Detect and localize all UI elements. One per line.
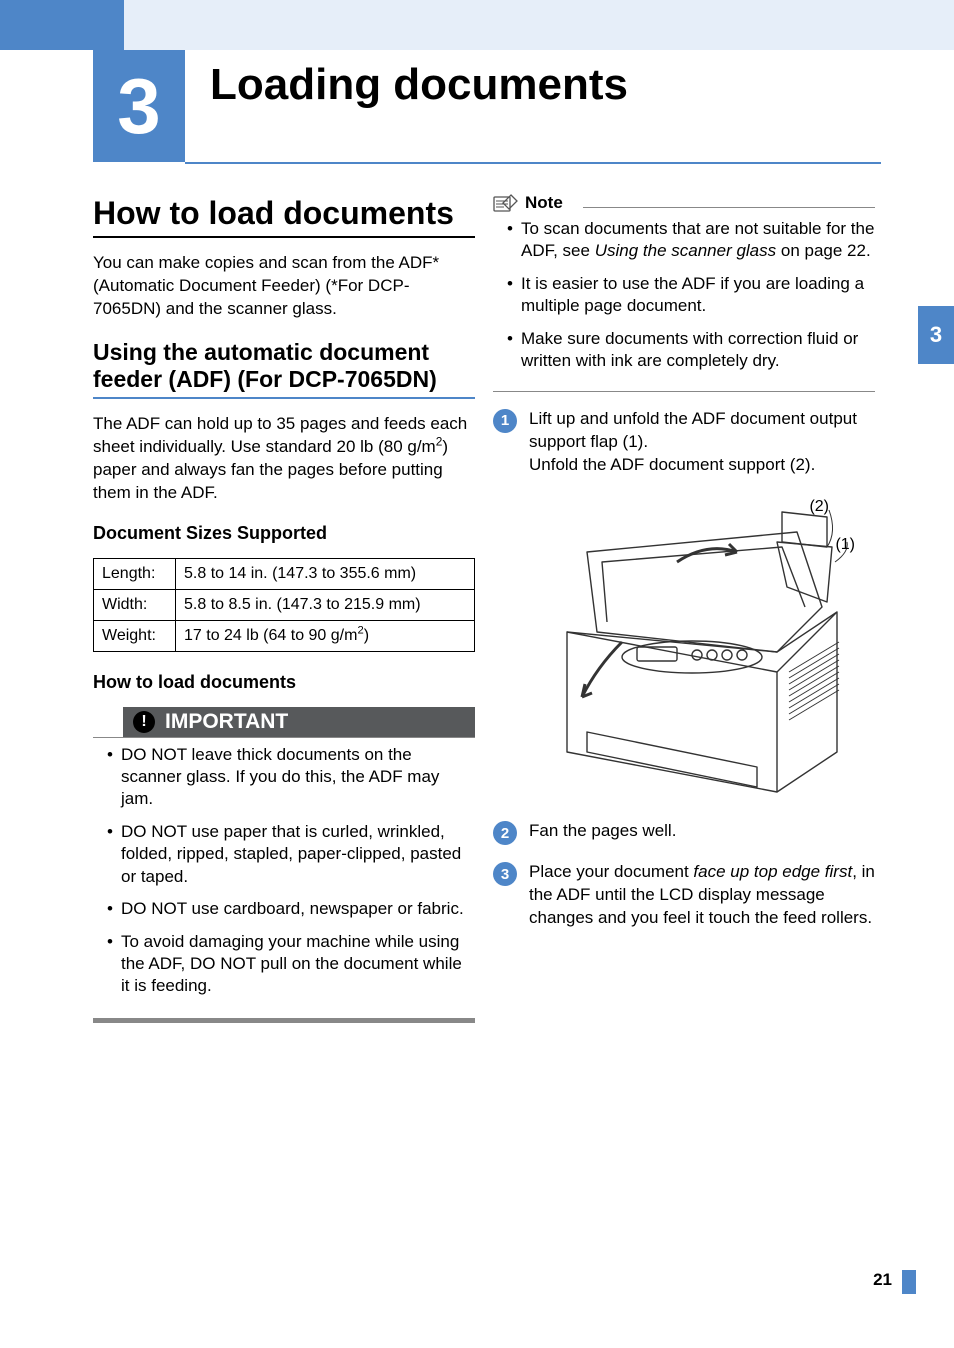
side-chapter-tab: 3	[918, 306, 954, 364]
important-item: DO NOT use paper that is curled, wrinkle…	[107, 821, 475, 888]
figure-callout-1: (1)	[835, 536, 855, 554]
important-item: To avoid damaging your machine while usi…	[107, 931, 475, 998]
header-accent-dark	[0, 0, 124, 50]
note-body: To scan documents that are not suitable …	[493, 208, 875, 391]
table-cell-value: 5.8 to 14 in. (147.3 to 355.6 mm)	[176, 558, 475, 589]
table-row: Width: 5.8 to 8.5 in. (147.3 to 215.9 mm…	[94, 589, 475, 620]
table-cell-value: 17 to 24 lb (64 to 90 g/m2)	[176, 620, 475, 651]
chapter-number: 3	[117, 61, 160, 152]
h1-underline	[93, 236, 475, 238]
printer-illustration: (2) (1)	[527, 492, 867, 802]
step-text: Place your document face up top edge fir…	[529, 861, 875, 930]
adf-paragraph: The ADF can hold up to 35 pages and feed…	[93, 413, 475, 505]
chapter-underline	[185, 162, 881, 164]
note-label: Note	[525, 193, 563, 213]
important-item: DO NOT use cardboard, newspaper or fabri…	[107, 898, 475, 920]
important-title: IMPORTANT	[165, 710, 288, 734]
right-column: Note To scan documents that are not suit…	[493, 195, 875, 946]
note-header: Note	[493, 193, 571, 213]
note-icon	[493, 193, 519, 213]
note-bottom-rule	[493, 391, 875, 392]
step-2: 2 Fan the pages well.	[493, 820, 875, 845]
table-cell-label: Length:	[94, 558, 176, 589]
important-body: DO NOT leave thick documents on the scan…	[93, 737, 475, 1023]
page-number: 21	[873, 1270, 892, 1290]
table-row: Length: 5.8 to 14 in. (147.3 to 355.6 mm…	[94, 558, 475, 589]
howto-heading: How to load documents	[93, 672, 475, 693]
side-chapter-number: 3	[930, 322, 942, 348]
important-header: ! IMPORTANT	[123, 707, 475, 737]
subsection-heading: Using the automatic document feeder (ADF…	[93, 339, 475, 394]
figure-callout-2: (2)	[809, 498, 829, 516]
note-item: Make sure documents with correction flui…	[507, 328, 875, 373]
chapter-number-block: 3	[93, 50, 185, 162]
link-scanner-glass[interactable]: Using the scanner glass	[595, 241, 776, 260]
table-row: Weight: 17 to 24 lb (64 to 90 g/m2)	[94, 620, 475, 651]
note-box: Note To scan documents that are not suit…	[493, 195, 875, 392]
adf-para-a: The ADF can hold up to 35 pages and feed…	[93, 414, 467, 456]
important-icon: !	[133, 711, 155, 733]
page-number-accent	[902, 1270, 916, 1294]
sizes-table: Length: 5.8 to 14 in. (147.3 to 355.6 mm…	[93, 558, 475, 652]
step-text: Fan the pages well.	[529, 820, 676, 843]
step-text: Lift up and unfold the ADF document outp…	[529, 408, 875, 477]
h2-underline	[93, 397, 475, 399]
header-accent-light	[124, 0, 954, 50]
table-cell-label: Weight:	[94, 620, 176, 651]
table-cell-label: Width:	[94, 589, 176, 620]
important-item: DO NOT leave thick documents on the scan…	[107, 744, 475, 811]
note-item: To scan documents that are not suitable …	[507, 218, 875, 263]
intro-paragraph: You can make copies and scan from the AD…	[93, 252, 475, 321]
sizes-heading: Document Sizes Supported	[93, 523, 475, 544]
step-number-icon: 1	[493, 409, 517, 433]
step-number-icon: 3	[493, 862, 517, 886]
step-3: 3 Place your document face up top edge f…	[493, 861, 875, 930]
note-item: It is easier to use the ADF if you are l…	[507, 273, 875, 318]
chapter-title: Loading documents	[210, 60, 628, 110]
table-cell-value: 5.8 to 8.5 in. (147.3 to 215.9 mm)	[176, 589, 475, 620]
step-1: 1 Lift up and unfold the ADF document ou…	[493, 408, 875, 477]
step-number-icon: 2	[493, 821, 517, 845]
section-heading: How to load documents	[93, 195, 475, 232]
left-column: How to load documents You can make copie…	[93, 195, 475, 1023]
